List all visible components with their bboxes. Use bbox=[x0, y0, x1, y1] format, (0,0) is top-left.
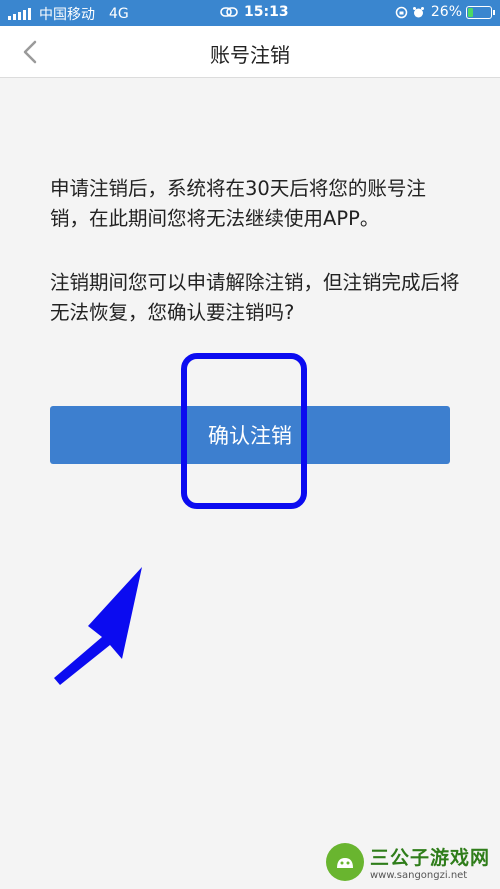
pointer-arrow-icon bbox=[54, 567, 142, 685]
signal-icon bbox=[8, 8, 33, 20]
carrier-label: 中国移动 bbox=[39, 7, 95, 23]
battery-percent: 26% bbox=[430, 4, 462, 20]
watermark-url: www.sangongzi.net bbox=[369, 870, 468, 881]
watermark: 三公子游戏网 www.sangongzi.net bbox=[325, 843, 490, 881]
network-label: 4G bbox=[109, 6, 129, 22]
watermark-name: 三公子游戏网 bbox=[369, 847, 490, 869]
confirm-button-label: 确认注销 bbox=[208, 424, 292, 448]
page-title: 账号注销 bbox=[210, 43, 290, 67]
battery-icon bbox=[466, 5, 495, 19]
confirm-cancellation-button[interactable]: 确认注销 bbox=[50, 406, 450, 464]
status-bar: 中国移动 4G 15:13 26% bbox=[0, 0, 500, 26]
cancellation-notice-text: 申请注销后，系统将在30天后将您的账号注销，在此期间您将无法继续使用APP。 bbox=[50, 177, 426, 230]
status-right: 26% bbox=[395, 4, 495, 20]
confirmation-question-text: 注销期间您可以申请解除注销，但注销完成后将无法恢复，您确认要注销吗? bbox=[50, 271, 460, 324]
status-left: 中国移动 4G bbox=[8, 4, 129, 24]
time-label: 15:13 bbox=[244, 4, 289, 20]
rotation-lock-icon bbox=[395, 6, 408, 18]
nav-bar: 账号注销 bbox=[0, 26, 500, 78]
watermark-logo-icon bbox=[325, 843, 364, 881]
link-icon bbox=[220, 7, 238, 17]
battery-level bbox=[468, 7, 474, 17]
status-center: 15:13 bbox=[220, 4, 289, 20]
watermark-text: 三公子游戏网 www.sangongzi.net bbox=[370, 843, 490, 881]
alarm-icon bbox=[412, 6, 424, 17]
